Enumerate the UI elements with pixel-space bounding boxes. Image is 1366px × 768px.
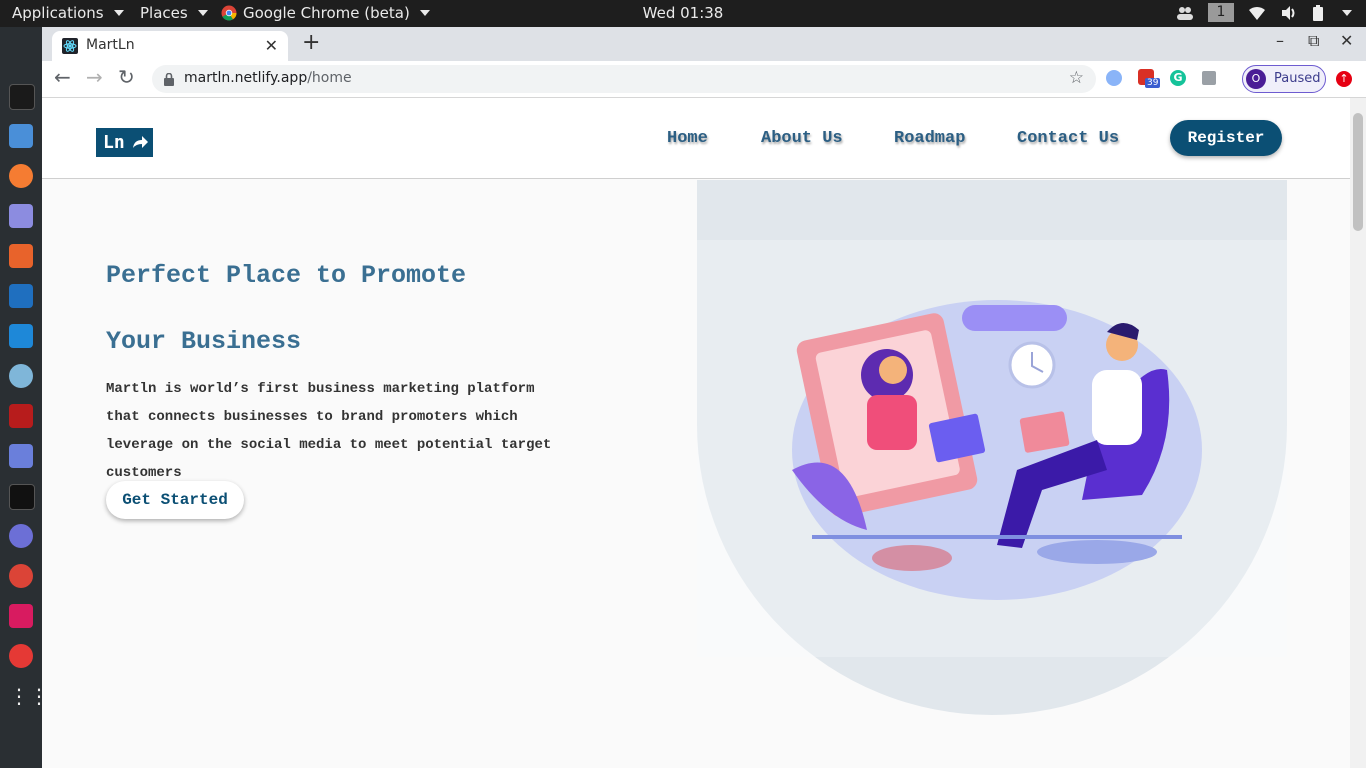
back-icon[interactable]: ← <box>54 65 71 89</box>
register-button[interactable]: Register <box>1170 120 1282 156</box>
woman-face <box>879 356 907 384</box>
floor-line <box>812 535 1182 539</box>
wifi-icon[interactable] <box>1248 5 1266 21</box>
extension-copy-icon[interactable] <box>1202 71 1216 85</box>
react-favicon-icon <box>62 38 78 54</box>
man-shirt <box>1092 370 1142 445</box>
woman-shirt <box>867 395 917 450</box>
battery-icon[interactable] <box>1312 4 1324 21</box>
tab-title: MartLn <box>86 37 135 53</box>
active-app-label: Google Chrome (beta) <box>243 4 410 22</box>
people-icon[interactable] <box>1176 5 1194 21</box>
chevron-down-icon <box>419 10 430 16</box>
chevron-down-icon <box>197 10 208 16</box>
eye-icon[interactable] <box>9 364 33 388</box>
extension-download-icon[interactable]: 39 <box>1138 69 1161 88</box>
shadow-1 <box>872 545 952 571</box>
address-bar[interactable]: martln.netlify.app/home ☆ <box>152 65 1096 93</box>
system-menu-chevron-icon[interactable] <box>1342 9 1352 16</box>
chevron-down-icon <box>113 10 124 16</box>
firefox-icon[interactable] <box>9 164 33 188</box>
page-viewport: Ln Home About Us Roadmap Contact Us Regi… <box>42 98 1350 768</box>
get-started-button[interactable]: Get Started <box>106 481 244 519</box>
grammarly-icon[interactable]: G <box>1170 70 1186 86</box>
profile-status: Paused <box>1274 71 1321 86</box>
browser-toolbar: ← → ↻ martln.netlify.app/home ☆ 39 G O P… <box>42 61 1366 98</box>
scrollbar-thumb[interactable] <box>1353 113 1363 231</box>
files-icon[interactable] <box>9 124 33 148</box>
tab-strip: MartLn ✕ + – ⧉ ✕ <box>42 27 1366 61</box>
text-editor-icon[interactable] <box>9 204 33 228</box>
system-tray[interactable]: 1 <box>1176 3 1352 22</box>
active-app-menu[interactable]: Google Chrome (beta) <box>221 4 430 22</box>
site-logo[interactable]: Ln <box>96 128 153 157</box>
close-tab-icon[interactable]: ✕ <box>265 36 278 55</box>
profile-button[interactable]: O Paused <box>1242 65 1326 93</box>
url-text[interactable]: martln.netlify.app/home <box>184 70 352 86</box>
restore-icon[interactable]: ⧉ <box>1308 31 1319 51</box>
avatar: O <box>1246 69 1266 89</box>
nav-about-us[interactable]: About Us <box>761 129 843 148</box>
system-top-bar: Applications Places Google Chrome (beta)… <box>0 0 1366 27</box>
places-menu[interactable]: Places <box>140 4 208 22</box>
applications-menu-label: Applications <box>12 4 104 22</box>
bookmark-star-icon[interactable]: ☆ <box>1069 68 1084 88</box>
app-grid-icon[interactable]: ⋮⋮ <box>9 684 49 708</box>
hero-title: Perfect Place to Promote Your Business <box>106 243 466 375</box>
image-viewer-icon[interactable] <box>9 444 33 468</box>
shadow-2 <box>1037 540 1157 564</box>
application-dock: ⋮⋮ <box>0 27 49 768</box>
sublime-icon[interactable] <box>9 244 33 268</box>
lock-icon[interactable] <box>164 73 174 86</box>
terminal-icon[interactable] <box>9 84 35 110</box>
media-player-icon[interactable] <box>9 524 33 548</box>
new-tab-icon[interactable]: + <box>302 30 320 55</box>
site-header: Ln Home About Us Roadmap Contact Us Regi… <box>42 98 1350 179</box>
hero-title-line-2: Your Business <box>106 327 302 356</box>
page-scrollbar[interactable] <box>1350 98 1366 768</box>
volume-icon[interactable] <box>1280 5 1298 21</box>
window-close-icon[interactable]: ✕ <box>1340 31 1353 50</box>
share-arrow-icon <box>133 136 148 148</box>
applications-menu[interactable]: Applications <box>12 4 124 22</box>
minimize-icon[interactable]: – <box>1276 31 1284 50</box>
hero-title-line-1: Perfect Place to Promote <box>106 261 467 290</box>
hero-description: Martln is world’s first business marketi… <box>106 381 552 481</box>
reload-icon[interactable]: ↻ <box>118 65 135 89</box>
extension-badge: 39 <box>1145 78 1161 88</box>
intellij-icon[interactable] <box>9 604 33 628</box>
logo-text: Ln <box>103 132 125 153</box>
places-menu-label: Places <box>140 4 188 22</box>
glasses-icon[interactable] <box>9 644 33 668</box>
chrome-icon <box>221 5 237 21</box>
forward-icon[interactable]: → <box>86 65 103 89</box>
chat-bubble <box>962 305 1067 331</box>
tab-martln[interactable]: MartLn ✕ <box>52 31 288 61</box>
vscode-icon[interactable] <box>9 324 33 348</box>
url-path: /home <box>307 70 352 86</box>
extension-compass-icon[interactable] <box>1106 70 1122 86</box>
nav-home[interactable]: Home <box>667 129 708 148</box>
hero-illustration <box>697 180 1287 715</box>
malwarebytes-icon[interactable] <box>9 284 33 308</box>
workspace-indicator[interactable]: 1 <box>1208 3 1234 22</box>
url-host: martln.netlify.app <box>184 70 308 86</box>
update-icon[interactable]: ↑ <box>1336 71 1352 87</box>
terminal-2-icon[interactable] <box>9 484 35 510</box>
cherry-icon[interactable] <box>9 404 33 428</box>
chrome-dock-icon[interactable] <box>9 564 33 588</box>
nav-contact-us[interactable]: Contact Us <box>1017 129 1119 148</box>
nav-roadmap[interactable]: Roadmap <box>894 129 965 148</box>
